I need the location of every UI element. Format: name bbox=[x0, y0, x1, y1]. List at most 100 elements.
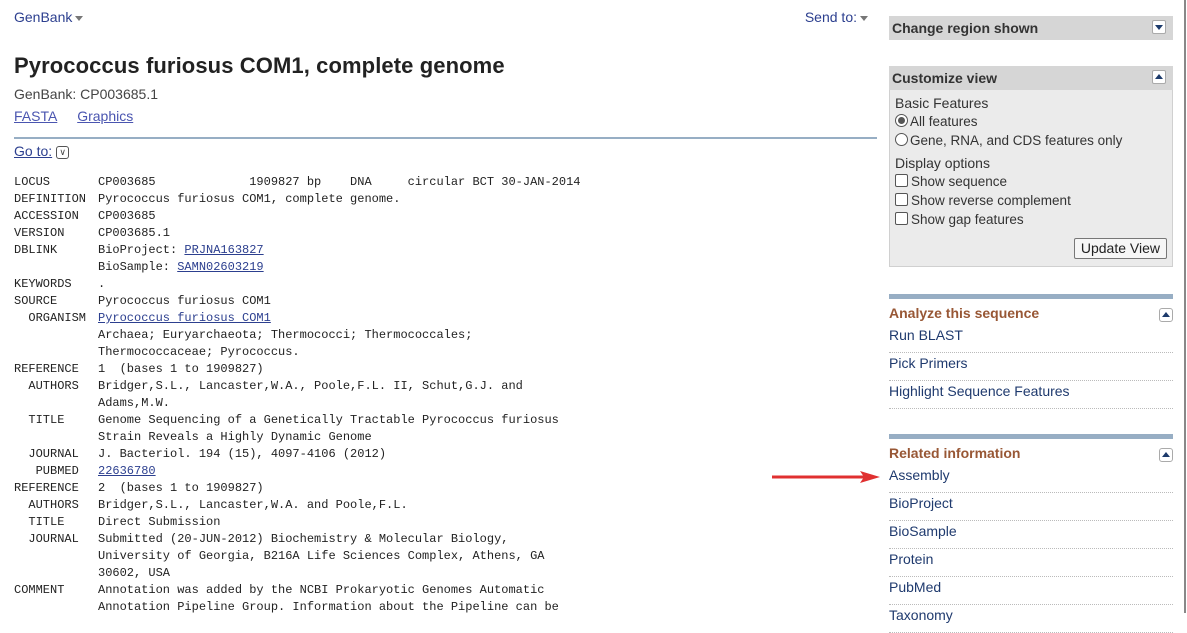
flatfile-row: SOURCE Pyrococcus furiosus COM1 bbox=[14, 293, 580, 310]
analyze-item-highlight-features[interactable]: Highlight Sequence Features bbox=[889, 381, 1173, 409]
flatfile-value: Bridger,S.L., Lancaster,W.A., Poole,F.L.… bbox=[98, 379, 523, 393]
flatfile-prefix: BioSample: bbox=[98, 260, 178, 274]
radio-button[interactable] bbox=[895, 133, 908, 146]
flatfile-key: JOURNAL bbox=[14, 532, 79, 546]
analyze-item-run-blast[interactable]: Run BLAST bbox=[889, 325, 1173, 353]
flatfile-key: ORGANISM bbox=[14, 311, 87, 325]
flatfile-value: 2 (bases 1 to 1909827) bbox=[98, 481, 264, 495]
flatfile-link[interactable]: Pyrococcus furiosus COM1 bbox=[98, 311, 271, 325]
database-label: GenBank bbox=[14, 9, 73, 25]
radio-button[interactable] bbox=[895, 114, 908, 127]
flatfile-key: SOURCE bbox=[14, 294, 58, 308]
flatfile-key: REFERENCE bbox=[14, 481, 79, 495]
flatfile-row: AUTHORS Bridger,S.L., Lancaster,W.A. and … bbox=[14, 497, 580, 514]
flatfile-row: TITLE Direct Submission bbox=[14, 514, 580, 531]
format-links: FASTA Graphics bbox=[14, 108, 149, 124]
flatfile-value: 30602, USA bbox=[98, 566, 171, 580]
flatfile-key: TITLE bbox=[14, 515, 65, 529]
flatfile-row: VERSION CP003685.1 bbox=[14, 225, 580, 242]
flatfile-row: REFERENCE 2 (bases 1 to 1909827) bbox=[14, 480, 580, 497]
database-select[interactable]: GenBank bbox=[14, 9, 84, 25]
checkbox-label: Show reverse complement bbox=[911, 193, 1071, 208]
flatfile-value: Submitted (20-JUN-2012) Biochemistry & M… bbox=[98, 532, 509, 546]
flatfile-value: CP003685.1 bbox=[98, 226, 171, 240]
window-edge bbox=[1184, 0, 1186, 613]
send-to-menu[interactable]: Send to: bbox=[805, 9, 868, 25]
flatfile-key: AUTHORS bbox=[14, 498, 79, 512]
related-item-protein[interactable]: Protein bbox=[889, 549, 1173, 577]
flatfile-prefix: BioProject: bbox=[98, 243, 185, 257]
flatfile-value: Direct Submission bbox=[98, 515, 221, 529]
flatfile-key: COMMENT bbox=[14, 583, 65, 597]
chevron-down-icon[interactable]: ∨ bbox=[56, 145, 70, 159]
collapse-icon[interactable] bbox=[1159, 448, 1173, 462]
flatfile-value: Pyrococcus furiosus COM1, complete genom… bbox=[98, 192, 401, 206]
related-item-bioproject[interactable]: BioProject bbox=[889, 493, 1173, 521]
related-item-pubmed[interactable]: PubMed bbox=[889, 577, 1173, 605]
caret-down-icon bbox=[75, 15, 84, 21]
checkbox-gap-features[interactable]: Show gap features bbox=[895, 212, 1024, 227]
flatfile-value: Genome Sequencing of a Genetically Tract… bbox=[98, 413, 559, 427]
flatfile-value: Strain Reveals a Highly Dynamic Genome bbox=[98, 430, 372, 444]
radio-label: All features bbox=[910, 114, 978, 129]
change-region-header[interactable]: Change region shown bbox=[889, 16, 1173, 40]
related-item-assembly[interactable]: Assembly bbox=[889, 465, 1173, 493]
flatfile-value: Pyrococcus furiosus COM1 bbox=[98, 294, 271, 308]
flatfile-row: Annotation Pipeline Group. Information a… bbox=[14, 599, 580, 616]
caret-down-icon bbox=[860, 15, 868, 21]
flatfile-value: CP003685 1909827 bp DNA circular BCT 30-… bbox=[98, 175, 581, 189]
expand-icon[interactable] bbox=[1152, 20, 1166, 34]
checkbox-label: Show gap features bbox=[911, 212, 1024, 227]
flatfile-row: LOCUS CP003685 1909827 bp DNA circular BC… bbox=[14, 174, 580, 191]
radio-gene-rna-cds[interactable]: Gene, RNA, and CDS features only bbox=[895, 133, 1122, 148]
checkbox[interactable] bbox=[895, 174, 908, 187]
checkbox-show-sequence[interactable]: Show sequence bbox=[895, 174, 1007, 189]
main-content: GenBank Send to: Pyrococcus furiosus COM… bbox=[14, 0, 877, 614]
flatfile-value: CP003685 bbox=[98, 209, 156, 223]
radio-label: Gene, RNA, and CDS features only bbox=[910, 133, 1123, 148]
flatfile-value: Bridger,S.L., Lancaster,W.A. and Poole,F… bbox=[98, 498, 408, 512]
flatfile-value: Archaea; Euryarchaeota; Thermococci; The… bbox=[98, 328, 473, 342]
related-item-taxonomy[interactable]: Taxonomy bbox=[889, 605, 1173, 633]
flatfile-link[interactable]: 22636780 bbox=[98, 464, 156, 478]
portlet-customize-view: Customize view Basic Features All featur… bbox=[889, 66, 1173, 267]
checkbox[interactable] bbox=[895, 193, 908, 206]
top-bar: GenBank Send to: bbox=[14, 0, 877, 34]
graphics-link[interactable]: Graphics bbox=[77, 108, 133, 124]
checkbox-reverse-complement[interactable]: Show reverse complement bbox=[895, 193, 1071, 208]
flatfile-key: DBLINK bbox=[14, 243, 58, 257]
flatfile-link[interactable]: PRJNA163827 bbox=[184, 243, 263, 257]
divider bbox=[14, 137, 877, 139]
analyze-item-pick-primers[interactable]: Pick Primers bbox=[889, 353, 1173, 381]
flatfile-row: ORGANISM Pyrococcus furiosus COM1 bbox=[14, 310, 580, 327]
flatfile-row: DBLINK BioProject: PRJNA163827 bbox=[14, 242, 580, 259]
flatfile-row: DEFINITION Pyrococcus furiosus COM1, comp… bbox=[14, 191, 580, 208]
flatfile-key: REFERENCE bbox=[14, 362, 79, 376]
flatfile-key: JOURNAL bbox=[14, 447, 79, 461]
collapse-icon[interactable] bbox=[1152, 70, 1166, 84]
flatfile-row: Adams,M.W. bbox=[14, 395, 580, 412]
collapse-icon[interactable] bbox=[1159, 308, 1173, 322]
flatfile-row: REFERENCE 1 (bases 1 to 1909827) bbox=[14, 361, 580, 378]
customize-view-header[interactable]: Customize view bbox=[889, 66, 1173, 90]
flatfile-key: DEFINITION bbox=[14, 192, 87, 206]
genbank-flatfile: LOCUS CP003685 1909827 bp DNA circular BC… bbox=[14, 174, 580, 616]
send-to-label: Send to: bbox=[804, 9, 857, 25]
flatfile-row: COMMENT Annotation was added by the NCBI … bbox=[14, 582, 580, 599]
flatfile-row: Archaea; Euryarchaeota; Thermococci; The… bbox=[14, 327, 580, 344]
flatfile-value: Annotation Pipeline Group. Information a… bbox=[98, 600, 559, 614]
radio-all-features[interactable]: All features bbox=[895, 114, 978, 129]
flatfile-row: JOURNAL Submitted (20-JUN-2012) Biochemis… bbox=[14, 531, 580, 548]
checkbox-label: Show sequence bbox=[911, 174, 1008, 189]
checkbox[interactable] bbox=[895, 212, 908, 225]
flatfile-link[interactable]: SAMN02603219 bbox=[177, 260, 263, 274]
related-list: Assembly BioProject BioSample Protein Pu… bbox=[889, 465, 1173, 633]
analyze-header: Analyze this sequence bbox=[889, 305, 1173, 325]
goto-link[interactable]: Go to: bbox=[14, 143, 52, 159]
portlet-analyze: Analyze this sequence Run BLAST Pick Pri… bbox=[889, 294, 1173, 409]
flatfile-row: ACCESSION CP003685 bbox=[14, 208, 580, 225]
related-item-biosample[interactable]: BioSample bbox=[889, 521, 1173, 549]
fasta-link[interactable]: FASTA bbox=[14, 108, 57, 124]
update-view-button[interactable]: Update View bbox=[1073, 238, 1167, 259]
flatfile-key: PUBMED bbox=[14, 464, 79, 478]
